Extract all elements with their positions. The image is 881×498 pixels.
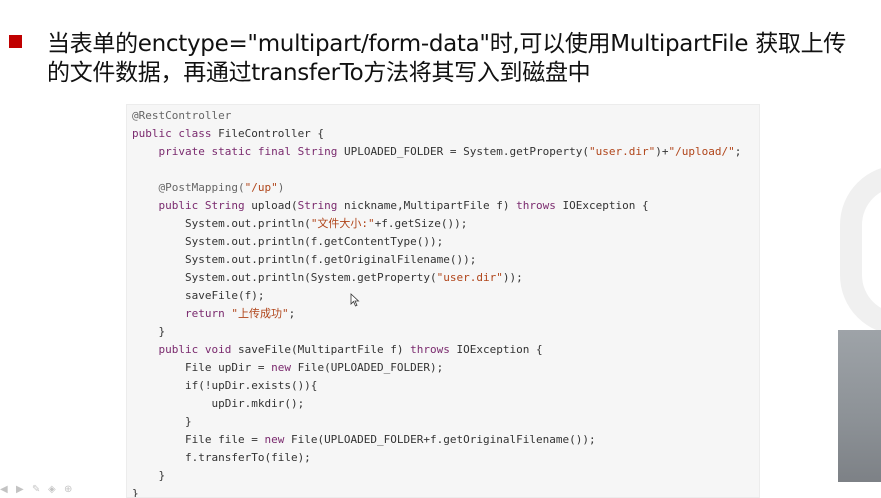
code-token: System.out.println(f.getOriginalFilename… — [132, 253, 477, 266]
code-token: File upDir = — [132, 361, 272, 374]
code-token: File file = — [132, 433, 265, 446]
code-line-6: public String upload(String nickname,Mul… — [132, 197, 741, 215]
next-icon[interactable]: ▶ — [16, 485, 26, 495]
code-token: )); — [502, 271, 523, 284]
pen-icon[interactable]: ✎ — [32, 485, 42, 495]
code-token: File(UPLOADED_FOLDER+f.getOriginalFilena… — [284, 433, 596, 446]
code-line-11: saveFile(f); — [132, 287, 741, 305]
code-token: @PostMapping( — [132, 181, 245, 194]
code-token: "user.dir" — [589, 145, 656, 158]
code-token: FileController { — [218, 127, 325, 140]
bullet-square-icon — [9, 35, 22, 48]
code-line-13: } — [132, 323, 741, 341]
code-token: UPLOADED_FOLDER = System.getProperty( — [337, 145, 589, 158]
code-token: IOException { — [449, 343, 543, 356]
code-block: @RestController public class FileControl… — [126, 104, 760, 498]
code-token: ; — [288, 307, 296, 320]
code-token: } — [132, 325, 166, 338]
code-token: )+ — [655, 145, 669, 158]
code-token: "user.dir" — [436, 271, 503, 284]
code-token: ; — [734, 145, 742, 158]
code-token: upDir.mkdir(); — [132, 397, 305, 410]
code-token: "文件大小:" — [310, 217, 375, 230]
code-token: "/up" — [244, 181, 278, 194]
slide-heading: 当表单的enctype="multipart/form-data"时,可以使用M… — [47, 30, 877, 88]
code-token: System.out.println(System.getProperty( — [132, 271, 437, 284]
code-line-16: if(!upDir.exists()){ — [132, 377, 741, 395]
presenter-video-thumbnail — [838, 330, 881, 482]
code-token: public void — [132, 343, 238, 356]
code-token: saveFile(MultipartFile f) — [237, 343, 411, 356]
code-line-18: } — [132, 413, 741, 431]
code-line-12: return "上传成功"; — [132, 305, 741, 323]
code-line-10: System.out.println(System.getProperty("u… — [132, 269, 741, 287]
code-token: private static final — [132, 145, 298, 158]
code-token: +f.getSize()); — [374, 217, 468, 230]
code-token: ) — [277, 181, 285, 194]
presenter-toolbar: ◀ ▶ ✎ ◈ ⊕ — [0, 482, 74, 498]
code-token: f.transferTo(file); — [132, 451, 311, 464]
code-token: } — [132, 415, 192, 428]
code-line-15: File upDir = new File(UPLOADED_FOLDER); — [132, 359, 741, 377]
code-line-20: f.transferTo(file); — [132, 449, 741, 467]
code-line-8: System.out.println(f.getContentType()); — [132, 233, 741, 251]
zoom-icon[interactable]: ⊕ — [64, 485, 74, 495]
pointer-icon[interactable]: ◈ — [48, 485, 58, 495]
code-token: if(!upDir.exists()){ — [132, 379, 318, 392]
code-token: String — [204, 199, 245, 212]
code-token: System.out.println(f.getContentType()); — [132, 235, 444, 248]
heading-line-2: 的文件数据，再通过transferTo方法将其写入到磁盘中 — [47, 60, 591, 86]
code-line-1: @RestController — [132, 107, 741, 125]
code-token: new — [264, 433, 285, 446]
code-token: nickname,MultipartFile f) — [337, 199, 517, 212]
code-token: new — [271, 361, 291, 374]
code-token: } — [132, 487, 139, 498]
code-token: throws — [410, 343, 450, 356]
code-token: public — [132, 199, 205, 212]
code-token: File(UPLOADED_FOLDER); — [290, 361, 444, 374]
code-line-19: File file = new File(UPLOADED_FOLDER+f.g… — [132, 431, 741, 449]
heading-line-1: 当表单的enctype="multipart/form-data"时,可以使用M… — [47, 31, 847, 57]
code-line-22: } — [132, 485, 741, 498]
code-token: return — [132, 307, 232, 320]
code-token: "上传成功" — [231, 307, 289, 320]
code-token: } — [132, 469, 166, 482]
code-token: upload( — [244, 199, 298, 212]
code-token: saveFile(f); — [132, 289, 265, 302]
code-token: throws — [516, 199, 556, 212]
code-token: public class — [132, 127, 219, 140]
code-line-14: public void saveFile(MultipartFile f) th… — [132, 341, 741, 359]
code-token: IOException { — [555, 199, 649, 212]
previous-icon[interactable]: ◀ — [0, 485, 10, 495]
code-content: @RestController public class FileControl… — [132, 107, 741, 498]
code-line-7: System.out.println("文件大小:"+f.getSize()); — [132, 215, 741, 233]
code-token: @RestController — [132, 109, 232, 122]
code-line-3: private static final String UPLOADED_FOL… — [132, 143, 741, 161]
code-token: String — [297, 145, 338, 158]
decorative-arc — [840, 165, 881, 335]
mouse-cursor-icon — [350, 293, 360, 307]
code-token: "/upload/" — [668, 145, 735, 158]
code-line-9: System.out.println(f.getOriginalFilename… — [132, 251, 741, 269]
code-line-17: upDir.mkdir(); — [132, 395, 741, 413]
code-token: System.out.println( — [132, 217, 311, 230]
code-line-2: public class FileController { — [132, 125, 741, 143]
code-line-5: @PostMapping("/up") — [132, 179, 741, 197]
code-line-21: } — [132, 467, 741, 485]
code-token: String — [297, 199, 338, 212]
